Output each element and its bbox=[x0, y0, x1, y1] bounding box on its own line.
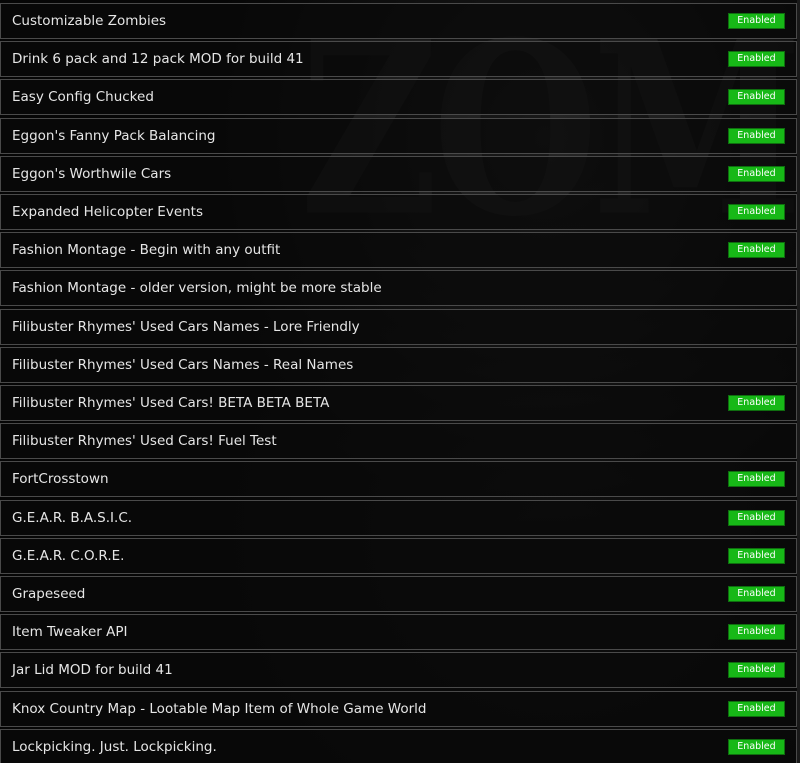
enabled-status-badge: Enabled bbox=[728, 166, 785, 182]
mod-name: FortCrosstown bbox=[12, 471, 109, 487]
mod-name: Eggon's Worthwile Cars bbox=[12, 166, 172, 182]
mod-name: Easy Config Chucked bbox=[12, 89, 154, 105]
mod-name: Jar Lid MOD for build 41 bbox=[12, 662, 173, 678]
mod-name: Filibuster Rhymes' Used Cars! BETA BETA … bbox=[12, 395, 330, 411]
enabled-status-badge: Enabled bbox=[728, 471, 785, 487]
mod-name: Eggon's Fanny Pack Balancing bbox=[12, 128, 216, 144]
mod-row[interactable]: Fashion Montage - Begin with any outfit E… bbox=[0, 232, 797, 268]
mod-row[interactable]: Fashion Montage - older version, might b… bbox=[0, 270, 797, 306]
mod-row[interactable]: Filibuster Rhymes' Used Cars! BETA BETA … bbox=[0, 385, 797, 421]
mod-row[interactable]: Item Tweaker API Enabled bbox=[0, 614, 797, 650]
mod-name: Knox Country Map - Lootable Map Item of … bbox=[12, 701, 427, 717]
enabled-status-badge: Enabled bbox=[728, 204, 785, 220]
mod-name: G.E.A.R. C.O.R.E. bbox=[12, 548, 125, 564]
mod-name: Expanded Helicopter Events bbox=[12, 204, 204, 220]
mod-row[interactable]: Filibuster Rhymes' Used Cars! Fuel Test bbox=[0, 423, 797, 459]
mod-row[interactable]: Easy Config Chucked Enabled bbox=[0, 79, 797, 115]
mod-name: G.E.A.R. B.A.S.I.C. bbox=[12, 510, 133, 526]
enabled-status-badge: Enabled bbox=[728, 395, 785, 411]
mod-name: Item Tweaker API bbox=[12, 624, 128, 640]
mod-row[interactable]: Expanded Helicopter Events Enabled bbox=[0, 194, 797, 230]
mod-name: Fashion Montage - Begin with any outfit bbox=[12, 242, 281, 258]
enabled-status-badge: Enabled bbox=[728, 662, 785, 678]
mod-row[interactable]: Filibuster Rhymes' Used Cars Names - Rea… bbox=[0, 347, 797, 383]
mod-row[interactable]: Jar Lid MOD for build 41 Enabled bbox=[0, 652, 797, 688]
mod-row[interactable]: G.E.A.R. C.O.R.E. Enabled bbox=[0, 538, 797, 574]
enabled-status-badge: Enabled bbox=[728, 739, 785, 755]
mod-name: Customizable Zombies bbox=[12, 13, 167, 29]
mod-name: Lockpicking. Just. Lockpicking. bbox=[12, 739, 217, 755]
mod-row[interactable]: Drink 6 pack and 12 pack MOD for build 4… bbox=[0, 41, 797, 77]
mod-list: ZOMBOID Customizable ZombiesEnabledDrink… bbox=[0, 0, 800, 763]
mod-name: Grapeseed bbox=[12, 586, 86, 602]
mod-row[interactable]: Eggon's Worthwile Cars Enabled bbox=[0, 156, 797, 192]
enabled-status-badge: Enabled bbox=[728, 701, 785, 717]
mod-row[interactable]: Customizable Zombies Enabled bbox=[0, 3, 797, 39]
mod-name: Filibuster Rhymes' Used Cars! Fuel Test bbox=[12, 433, 277, 449]
mod-row[interactable]: Lockpicking. Just. Lockpicking. Enabled bbox=[0, 729, 797, 763]
enabled-status-badge: Enabled bbox=[728, 242, 785, 258]
mod-row[interactable]: Grapeseed Enabled bbox=[0, 576, 797, 612]
enabled-status-badge: Enabled bbox=[728, 586, 785, 602]
enabled-status-badge: Enabled bbox=[728, 128, 785, 144]
mod-row[interactable]: Filibuster Rhymes' Used Cars Names - Lor… bbox=[0, 309, 797, 345]
mod-name: Drink 6 pack and 12 pack MOD for build 4… bbox=[12, 51, 304, 67]
enabled-status-badge: Enabled bbox=[728, 13, 785, 29]
mod-row[interactable]: Eggon's Fanny Pack Balancing Enabled bbox=[0, 118, 797, 154]
mod-name: Fashion Montage - older version, might b… bbox=[12, 280, 382, 296]
enabled-status-badge: Enabled bbox=[728, 548, 785, 564]
mod-name: Filibuster Rhymes' Used Cars Names - Rea… bbox=[12, 357, 354, 373]
enabled-status-badge: Enabled bbox=[728, 89, 785, 105]
enabled-status-badge: Enabled bbox=[728, 51, 785, 67]
mod-row[interactable]: Knox Country Map - Lootable Map Item of … bbox=[0, 691, 797, 727]
mod-row[interactable]: G.E.A.R. B.A.S.I.C. Enabled bbox=[0, 500, 797, 536]
enabled-status-badge: Enabled bbox=[728, 510, 785, 526]
enabled-status-badge: Enabled bbox=[728, 624, 785, 640]
mod-name: Filibuster Rhymes' Used Cars Names - Lor… bbox=[12, 319, 360, 335]
mod-row[interactable]: FortCrosstown Enabled bbox=[0, 461, 797, 497]
